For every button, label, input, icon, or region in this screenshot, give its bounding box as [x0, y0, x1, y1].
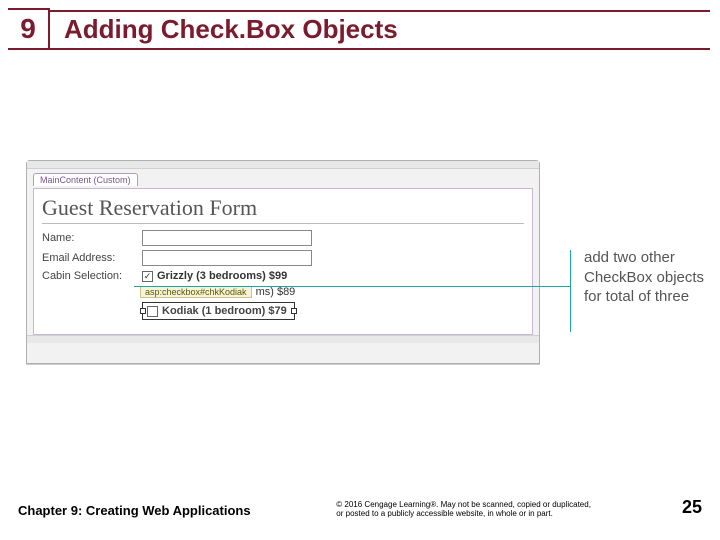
torn-edge-bottom: [27, 335, 539, 343]
form-container: Guest Reservation Form Name: Email Addre…: [33, 188, 533, 335]
designer-tag-suffix: ms) $89: [256, 286, 296, 298]
footer-chapter: Chapter 9: Creating Web Applications: [18, 503, 251, 518]
asp-designer-tag: asp:checkbox#chkKodiak: [140, 286, 252, 298]
figure: MainContent (Custom) Guest Reservation F…: [26, 160, 696, 364]
row-name: Name:: [42, 230, 524, 246]
chapter-number-box: 9: [8, 8, 50, 50]
cabin-options: ✓ Grizzly (3 bedrooms) $99 asp:checkbox#…: [142, 270, 295, 320]
name-input[interactable]: [142, 230, 312, 246]
label-email: Email Address:: [42, 252, 142, 264]
callout-line-vertical: [570, 250, 571, 332]
checkbox-icon: ✓: [142, 271, 153, 282]
checkbox-label-kodiak: Kodiak (1 bedroom) $79: [162, 305, 287, 317]
page-number: 25: [682, 497, 702, 518]
slide-header: 9 Adding Check.Box Objects: [0, 0, 720, 50]
checkbox-grizzly[interactable]: ✓ Grizzly (3 bedrooms) $99: [142, 270, 295, 282]
header-rule-bottom: [50, 48, 710, 50]
divider: [42, 223, 524, 224]
label-cabin: Cabin Selection:: [42, 270, 142, 282]
checkbox-kodiak-selected[interactable]: Kodiak (1 bedroom) $79: [142, 302, 295, 320]
annotation-text: add two other CheckBox objects for total…: [584, 248, 720, 307]
callout-line-horizontal: [134, 286, 570, 287]
checkbox-kodiak-designer: asp:checkbox#chkKodiak ms) $89: [142, 286, 295, 298]
row-cabin: Cabin Selection: ✓ Grizzly (3 bedrooms) …: [42, 270, 524, 320]
designer-panel: MainContent (Custom) Guest Reservation F…: [26, 160, 540, 364]
footer-copyright: © 2016 Cengage Learning®. May not be sca…: [336, 500, 596, 518]
chapter-number: 9: [20, 13, 36, 45]
content-region-tab: MainContent (Custom): [33, 173, 138, 186]
footer: Chapter 9: Creating Web Applications © 2…: [18, 497, 702, 518]
torn-edge-top: [27, 161, 539, 169]
header-rule-top: [50, 10, 710, 12]
label-name: Name:: [42, 232, 142, 244]
slide-title: Adding Check.Box Objects: [50, 8, 398, 45]
email-input[interactable]: [142, 250, 312, 266]
checkbox-icon: [147, 306, 158, 317]
row-email: Email Address:: [42, 250, 524, 266]
checkbox-label-grizzly: Grizzly (3 bedrooms) $99: [157, 270, 287, 282]
form-title: Guest Reservation Form: [42, 195, 524, 221]
